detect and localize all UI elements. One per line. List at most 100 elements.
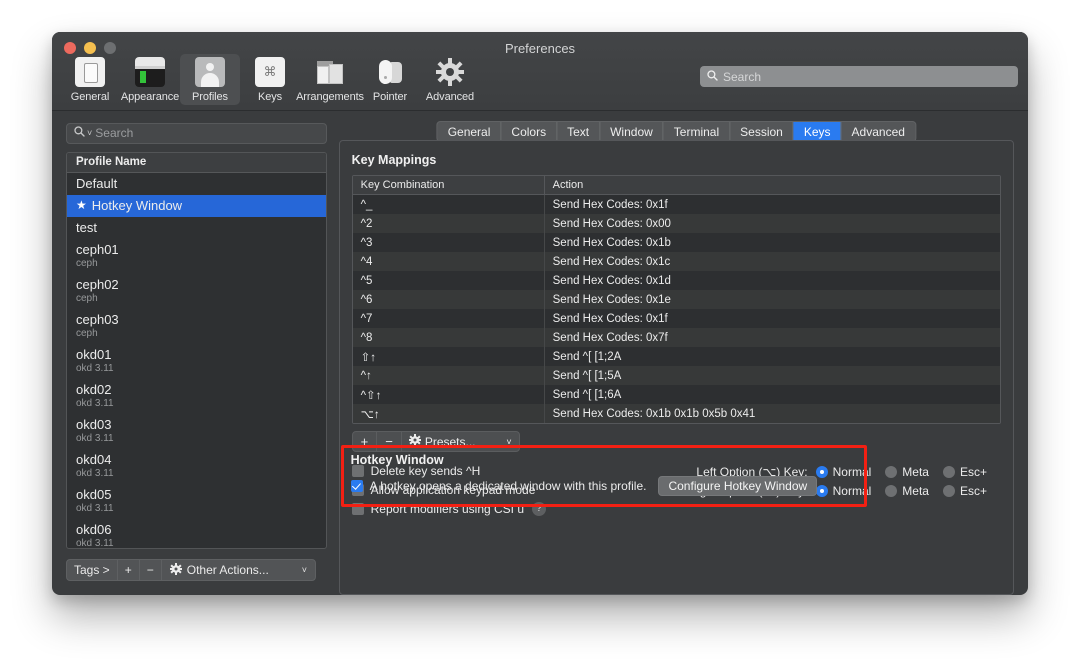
tab-keys[interactable]: Keys bbox=[793, 122, 842, 141]
toolbar-item-general[interactable]: General bbox=[60, 54, 120, 105]
zoom-button[interactable] bbox=[104, 42, 116, 54]
tab-general[interactable]: General bbox=[438, 122, 502, 141]
toolbar-item-profiles[interactable]: Profiles bbox=[180, 54, 240, 105]
radio-button[interactable] bbox=[885, 484, 898, 497]
profile-row[interactable]: ★ Hotkey Window bbox=[67, 194, 326, 217]
close-button[interactable] bbox=[64, 42, 76, 54]
action-cell: Send Hex Codes: 0x1b bbox=[552, 236, 671, 249]
radio-button[interactable] bbox=[942, 484, 955, 497]
key-mapping-row[interactable]: ^4 Send Hex Codes: 0x1c bbox=[352, 252, 1000, 271]
profile-name: test bbox=[76, 219, 326, 236]
radio-option[interactable]: Meta bbox=[885, 484, 929, 498]
toolbar-item-pointer[interactable]: Pointer bbox=[360, 54, 420, 105]
profile-row[interactable]: okd02 okd 3.11 bbox=[67, 379, 326, 414]
profile-name: okd02 bbox=[76, 381, 326, 398]
profiles-icon bbox=[195, 57, 225, 87]
profile-name-text: ceph03 bbox=[76, 311, 119, 327]
radio-button[interactable] bbox=[942, 465, 955, 478]
hotkey-window-checkbox[interactable] bbox=[350, 480, 363, 492]
key-mapping-row[interactable]: ^7 Send Hex Codes: 0x1f bbox=[352, 309, 1000, 328]
tab-colors[interactable]: Colors bbox=[501, 122, 558, 141]
arrangements-icon bbox=[315, 57, 345, 87]
radio-option[interactable]: Meta bbox=[885, 465, 929, 479]
key-mapping-row[interactable]: ^3 Send Hex Codes: 0x1b bbox=[352, 233, 1000, 252]
toolbar-item-advanced[interactable]: Advanced bbox=[420, 54, 480, 105]
action-cell: Send Hex Codes: 0x1e bbox=[552, 293, 671, 306]
other-actions-menu[interactable]: Other Actions... ˅ bbox=[160, 559, 316, 581]
profile-tag: okd 3.11 bbox=[76, 467, 114, 479]
profile-name: ceph01 bbox=[76, 241, 326, 258]
keys-icon: ⌘ bbox=[255, 57, 285, 87]
key-mapping-row[interactable]: ^6 Send Hex Codes: 0x1e bbox=[352, 290, 1000, 309]
remove-profile-button[interactable]: − bbox=[138, 559, 162, 581]
key-mapping-row[interactable]: ^2 Send Hex Codes: 0x00 bbox=[352, 214, 1000, 233]
radio-option[interactable]: Esc+ bbox=[942, 465, 987, 479]
key-mappings-header: Key Combination Action bbox=[352, 176, 1000, 195]
toolbar-label-general: General bbox=[70, 91, 110, 103]
toolbar-items: General Appearance Profiles ⌘ Keys Arran… bbox=[60, 54, 480, 105]
profile-name: okd05 bbox=[76, 486, 326, 503]
profile-name-text: ceph01 bbox=[76, 241, 119, 257]
toolbar-label-profiles: Profiles bbox=[192, 91, 228, 103]
profile-name-text: okd02 bbox=[76, 381, 112, 397]
key-mapping-row[interactable]: ⌥↑ Send Hex Codes: 0x1b 0x1b 0x5b 0x41 bbox=[352, 404, 1000, 423]
column-header-action: Action bbox=[552, 179, 584, 191]
tab-advanced[interactable]: Advanced bbox=[842, 122, 915, 141]
action-cell: Send Hex Codes: 0x00 bbox=[552, 217, 671, 230]
action-cell: Send ^[ [1;5A bbox=[552, 369, 622, 382]
radio-button[interactable] bbox=[885, 465, 898, 478]
toolbar-search-field[interactable] bbox=[700, 66, 1018, 87]
tab-window[interactable]: Window bbox=[600, 122, 664, 141]
toolbar-item-appearance[interactable]: Appearance bbox=[120, 54, 180, 105]
key-mapping-row[interactable]: ⇧↑ Send ^[ [1;2A bbox=[352, 347, 1000, 366]
key-mappings-rows[interactable]: ^_ Send Hex Codes: 0x1f ^2 Send Hex Codes: … bbox=[352, 195, 1000, 423]
action-cell: Send ^[ [1;2A bbox=[552, 350, 622, 363]
profile-row[interactable]: okd06 okd 3.11 bbox=[67, 519, 326, 549]
profile-row[interactable]: okd03 okd 3.11 bbox=[67, 414, 326, 449]
key-combination-cell: ⇧↑ bbox=[353, 347, 545, 366]
toolbar-label-appearance: Appearance bbox=[120, 91, 180, 103]
toolbar-item-keys[interactable]: ⌘ Keys bbox=[240, 54, 300, 105]
general-icon bbox=[75, 57, 105, 87]
profile-row[interactable]: okd05 okd 3.11 bbox=[67, 484, 326, 519]
toolbar-label-arrangements: Arrangements bbox=[296, 91, 364, 103]
profile-row[interactable]: ceph02 ceph bbox=[67, 274, 326, 309]
toolbar-search-input[interactable] bbox=[723, 69, 1011, 84]
profile-detail-pane: General Colors Text Window Terminal Session Ke… bbox=[337, 111, 1028, 595]
key-mapping-row[interactable]: ^⇧↑ Send ^[ [1;6A bbox=[352, 385, 1000, 404]
key-mappings-table[interactable]: Key Combination Action ^_ Send Hex Codes:… bbox=[351, 175, 1001, 424]
profile-row[interactable]: ceph01 ceph bbox=[67, 239, 326, 274]
profile-row[interactable]: Default bbox=[67, 173, 326, 195]
profile-row[interactable]: ceph03 ceph bbox=[67, 309, 326, 344]
tab-text[interactable]: Text bbox=[557, 122, 601, 141]
tab-terminal[interactable]: Terminal bbox=[664, 122, 731, 141]
key-mapping-row[interactable]: ^8 Send Hex Codes: 0x7f bbox=[352, 328, 1000, 347]
tab-session[interactable]: Session bbox=[730, 122, 794, 141]
profiles-table: Profile Name Default ★ Hotkey Window test ce… bbox=[66, 151, 327, 550]
minimize-button[interactable] bbox=[84, 42, 96, 54]
key-mapping-row[interactable]: ^5 Send Hex Codes: 0x1d bbox=[352, 271, 1000, 290]
profile-row[interactable]: test bbox=[67, 217, 326, 239]
add-profile-button[interactable]: + bbox=[116, 559, 140, 581]
configure-hotkey-window-button[interactable]: Configure Hotkey Window bbox=[658, 476, 818, 496]
key-mapping-row[interactable]: ^↑ Send ^[ [1;5A bbox=[352, 366, 1000, 385]
radio-label: Esc+ bbox=[959, 483, 987, 498]
tags-button[interactable]: Tags > bbox=[66, 559, 118, 581]
profile-search-input[interactable] bbox=[95, 126, 319, 141]
appearance-icon bbox=[135, 57, 165, 87]
profiles-list[interactable]: Default ★ Hotkey Window test ceph01 ceph ceph0… bbox=[67, 173, 326, 549]
profile-name: okd06 bbox=[76, 521, 326, 538]
profile-tag: okd 3.11 bbox=[76, 362, 114, 374]
gear-icon bbox=[169, 562, 182, 578]
profile-search-field[interactable]: ˅ bbox=[66, 123, 327, 144]
profile-tabs[interactable]: General Colors Text Window Terminal Session Ke… bbox=[436, 121, 916, 142]
key-mapping-row[interactable]: ^_ Send Hex Codes: 0x1f bbox=[352, 195, 1000, 214]
profile-row[interactable]: okd01 okd 3.11 bbox=[67, 344, 326, 379]
radio-label: Meta bbox=[902, 464, 929, 479]
radio-option[interactable]: Esc+ bbox=[942, 483, 987, 498]
profile-row[interactable]: okd04 okd 3.11 bbox=[67, 449, 326, 484]
key-combination-cell: ^2 bbox=[353, 214, 545, 233]
hotkey-window-title: Hotkey Window bbox=[350, 453, 444, 467]
hotkey-window-checkbox-label: A hotkey opens a dedicated window with t… bbox=[369, 479, 647, 493]
toolbar-item-arrangements[interactable]: Arrangements bbox=[296, 54, 364, 105]
